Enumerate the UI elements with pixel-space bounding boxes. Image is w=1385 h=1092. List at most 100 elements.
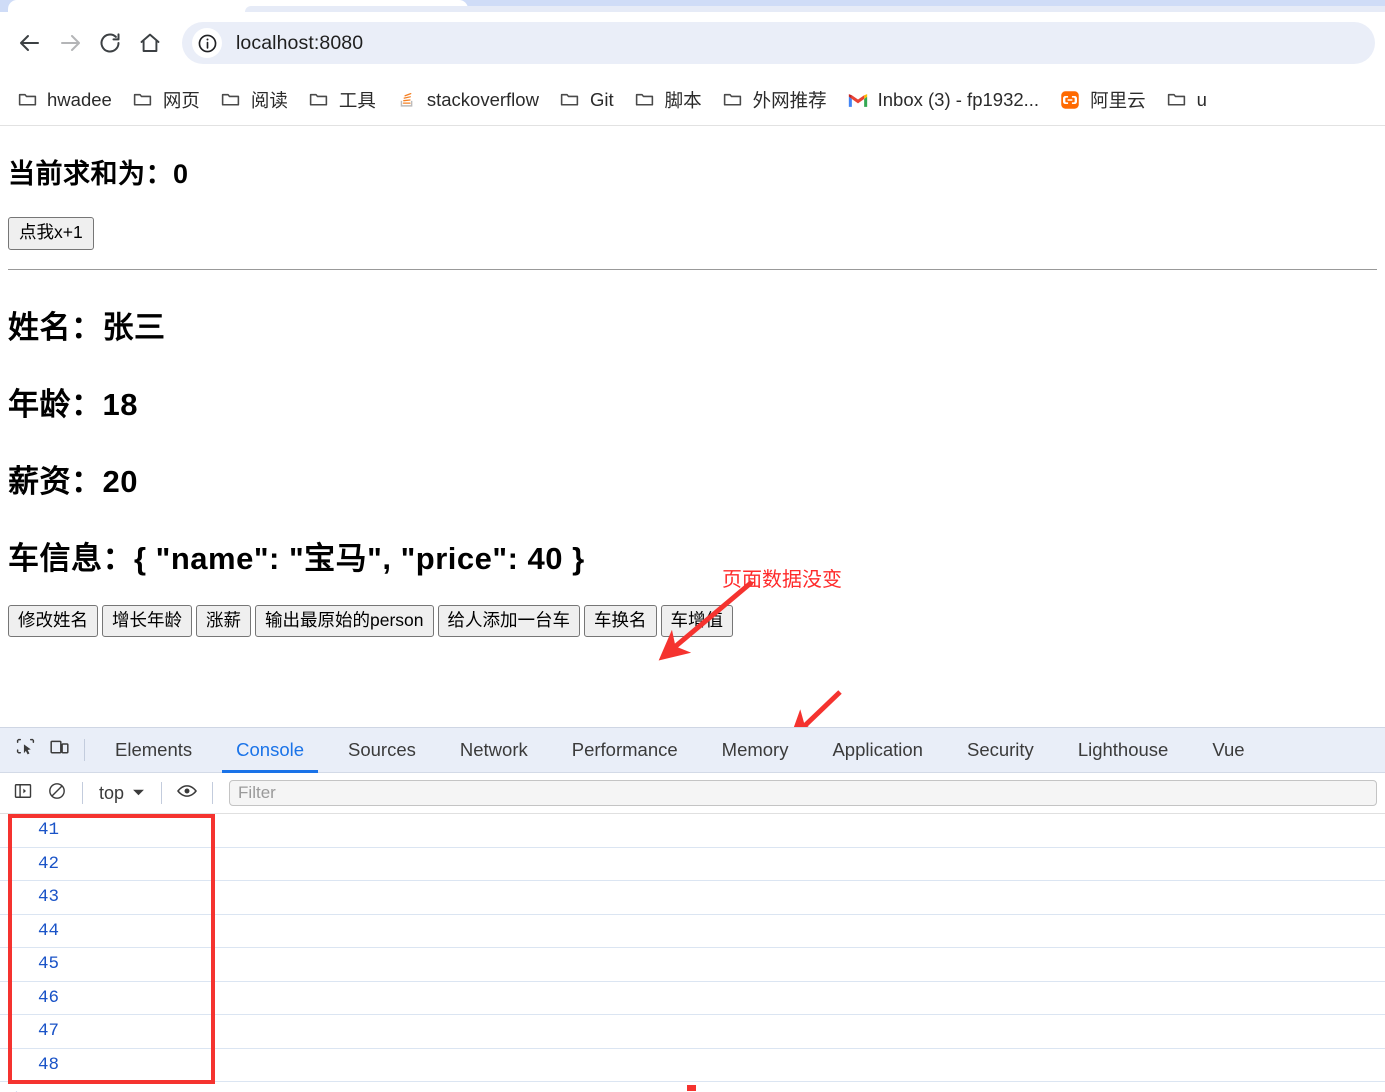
tab-memory[interactable]: Memory [700, 728, 811, 773]
device-toolbar-icon [49, 737, 70, 763]
bookmark-stackoverflow[interactable]: stackoverflow [386, 82, 549, 118]
person-name-heading: 姓名：张三 [8, 309, 166, 345]
bookmark-label: Inbox (3) - fp1932... [877, 88, 1040, 110]
console-row[interactable]: 45 [0, 948, 1385, 982]
prompt-chevron-icon [12, 1088, 26, 1092]
clear-console-icon [47, 781, 67, 806]
change-name-button[interactable]: 修改姓名 [8, 604, 98, 637]
change-car-name-button[interactable]: 车换名 [584, 604, 657, 637]
console-context-selector[interactable]: top [91, 783, 153, 804]
inspect-element-button[interactable] [8, 733, 42, 767]
forward-button[interactable] [50, 23, 90, 63]
folder-icon [1166, 89, 1188, 111]
console-row[interactable]: 46 [0, 982, 1385, 1015]
tab-label: Sources [348, 739, 416, 760]
bookmark-hwadee[interactable]: hwadee [6, 82, 122, 118]
console-row[interactable]: 43 [0, 881, 1385, 915]
add-car-button[interactable]: 给人添加一台车 [437, 604, 581, 637]
increase-age-button[interactable]: 增长年龄 [102, 604, 192, 637]
clear-console-button[interactable] [40, 776, 74, 810]
tab-label: Elements [115, 739, 193, 760]
tab-network[interactable]: Network [438, 728, 550, 773]
console-value: 45 [38, 954, 60, 975]
bookmark-tools[interactable]: 工具 [298, 82, 386, 118]
tab-lighthouse[interactable]: Lighthouse [1056, 728, 1191, 773]
folder-icon [308, 89, 330, 111]
reload-button[interactable] [90, 23, 130, 63]
bookmark-gmail-inbox[interactable]: Inbox (3) - fp1932... [837, 82, 1049, 118]
device-toolbar-button[interactable] [42, 733, 76, 767]
bookmark-external-recommendations[interactable]: 外网推荐 [712, 82, 837, 118]
tab-performance[interactable]: Performance [550, 728, 700, 773]
console-row[interactable]: 41 [0, 814, 1385, 848]
devtools-panel: Elements Console Sources Network Perform… [0, 727, 1385, 1092]
console-filter-input[interactable] [229, 780, 1377, 806]
back-button[interactable] [10, 23, 50, 63]
bookmark-scripts[interactable]: 脚本 [624, 82, 712, 118]
car-info-heading: 车信息：{ "name": "宝马", "price": 40 } [8, 540, 585, 576]
bookmark-label: 阅读 [250, 89, 288, 111]
devtools-tabbar: Elements Console Sources Network Perform… [0, 728, 1385, 773]
console-row[interactable]: 48 [0, 1049, 1385, 1082]
toolbar-divider [84, 739, 85, 761]
raise-salary-button[interactable]: 涨薪 [196, 604, 251, 637]
console-value: 46 [38, 987, 60, 1008]
bottom-red-mark [687, 1085, 696, 1091]
tab-console[interactable]: Console [214, 728, 326, 773]
console-value: 44 [38, 920, 60, 941]
print-original-person-button[interactable]: 输出最原始的person [255, 604, 434, 637]
console-value: 48 [38, 1054, 60, 1075]
console-value: 47 [38, 1021, 60, 1042]
bookmarks-bar: hwadee 网页 阅读 工具 stackoverflow Git 脚本 外网推… [0, 74, 1385, 126]
folder-icon [220, 89, 242, 111]
console-row[interactable]: 42 [0, 848, 1385, 881]
console-row[interactable]: 47 [0, 1015, 1385, 1049]
live-expression-button[interactable] [170, 776, 204, 810]
bookmark-label: 脚本 [664, 89, 702, 111]
navigation-bar: localhost:8080 [0, 12, 1385, 74]
home-button[interactable] [130, 23, 170, 63]
console-sidebar-icon [13, 781, 33, 806]
tab-sources[interactable]: Sources [326, 728, 438, 773]
annotation-label: 页面数据没变 [722, 569, 842, 591]
tab-elements[interactable]: Elements [93, 728, 214, 773]
arrow-left-icon [18, 31, 42, 55]
increase-car-value-button[interactable]: 车增值 [660, 604, 734, 637]
bookmark-label: hwadee [47, 88, 112, 110]
address-bar[interactable]: localhost:8080 [182, 22, 1375, 64]
tab-label: Memory [721, 739, 789, 760]
tab-label: Console [236, 739, 305, 760]
tab-vue[interactable]: Vue [1190, 728, 1266, 773]
bookmark-aliyun[interactable]: 阿里云 [1049, 82, 1156, 118]
console-toolbar: top [0, 773, 1385, 814]
aliyun-icon [1059, 89, 1081, 111]
bookmark-label: u [1196, 88, 1207, 110]
console-value: 41 [38, 820, 60, 841]
tab-label: Lighthouse [1077, 739, 1169, 760]
gmail-icon [847, 89, 869, 111]
tab-label: Network [459, 739, 528, 760]
bookmark-webpages[interactable]: 网页 [122, 82, 210, 118]
toolbar-divider [82, 782, 83, 804]
chevron-down-icon [132, 783, 145, 804]
bookmark-u-truncated[interactable]: u [1156, 82, 1217, 118]
console-row[interactable]: 44 [0, 915, 1385, 948]
folder-icon [16, 89, 38, 111]
increment-button[interactable]: 点我x+1 [8, 217, 94, 250]
folder-icon [634, 89, 656, 111]
info-circle-icon[interactable] [192, 28, 222, 58]
bookmark-git[interactable]: Git [549, 82, 624, 118]
bookmark-label: Git [589, 88, 614, 110]
annotation-arrow-to-car-value-button [788, 690, 842, 727]
console-value: 42 [38, 853, 60, 874]
console-message-list[interactable]: 41 42 43 44 45 46 47 48 [0, 814, 1385, 1092]
folder-icon [132, 89, 154, 111]
person-age-heading: 年龄：18 [8, 386, 138, 422]
bookmark-reading[interactable]: 阅读 [210, 82, 298, 118]
bookmark-label: stackoverflow [426, 88, 539, 110]
bookmark-label: 阿里云 [1090, 89, 1146, 111]
tab-application[interactable]: Application [810, 728, 945, 773]
arrow-right-icon [58, 31, 82, 55]
tab-security[interactable]: Security [945, 728, 1056, 773]
console-sidebar-button[interactable] [6, 776, 40, 810]
